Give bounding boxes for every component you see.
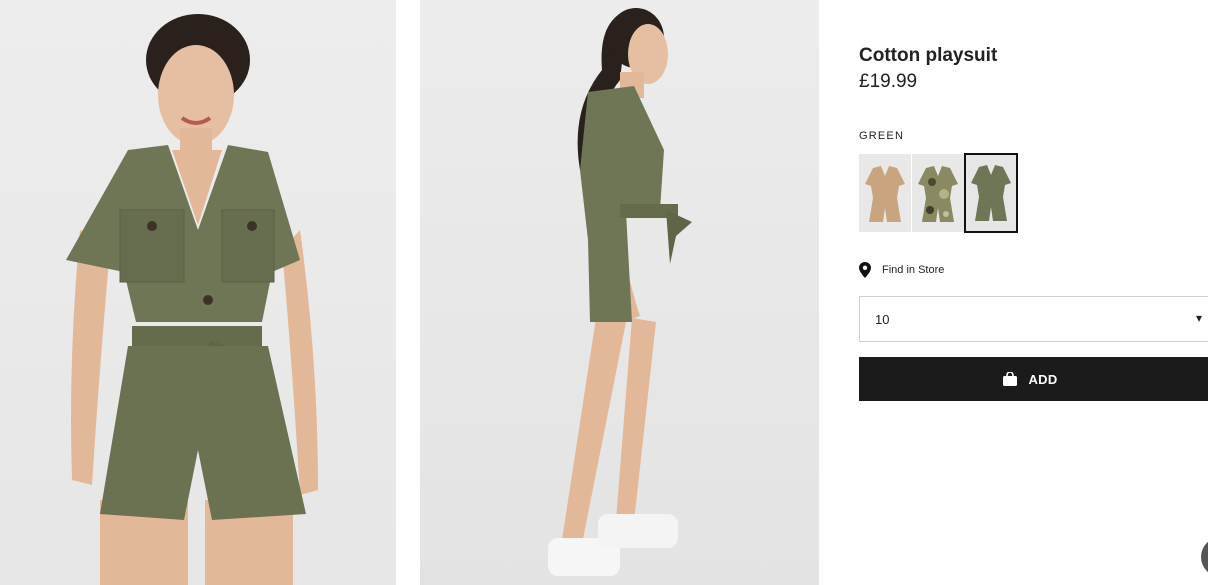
add-button-label: ADD — [1028, 371, 1058, 387]
find-in-store-link[interactable]: Find in Store — [859, 262, 944, 278]
model-side-illustration — [548, 8, 692, 576]
product-image-side[interactable] — [420, 0, 819, 585]
model-front-illustration — [66, 14, 318, 585]
camouflage-playsuit-thumbnail — [918, 166, 958, 222]
product-detail-panel: Cotton playsuit £19.99 GREEN Find in Sto… — [859, 0, 1208, 585]
color-swatches — [859, 153, 1019, 233]
shopping-bag-icon — [1003, 372, 1018, 386]
khaki-playsuit-thumbnail — [971, 165, 1011, 221]
add-to-bag-button[interactable]: ADD — [859, 357, 1208, 401]
swatch-camouflage[interactable] — [912, 154, 964, 232]
location-pin-icon — [859, 262, 871, 278]
product-price: £19.99 — [859, 71, 918, 92]
size-select[interactable]: 10 ▾ — [859, 296, 1208, 342]
beige-playsuit-thumbnail — [865, 166, 905, 222]
size-selected-value: 10 — [875, 312, 890, 327]
find-in-store-label: Find in Store — [882, 264, 945, 276]
swatch-khaki-green-selected[interactable] — [964, 153, 1018, 233]
product-image-front[interactable] — [0, 0, 396, 585]
color-name-label: GREEN — [859, 130, 905, 142]
swatch-beige[interactable] — [859, 154, 911, 232]
product-title: Cotton playsuit — [859, 45, 998, 66]
chevron-down-icon: ▾ — [1195, 311, 1202, 325]
